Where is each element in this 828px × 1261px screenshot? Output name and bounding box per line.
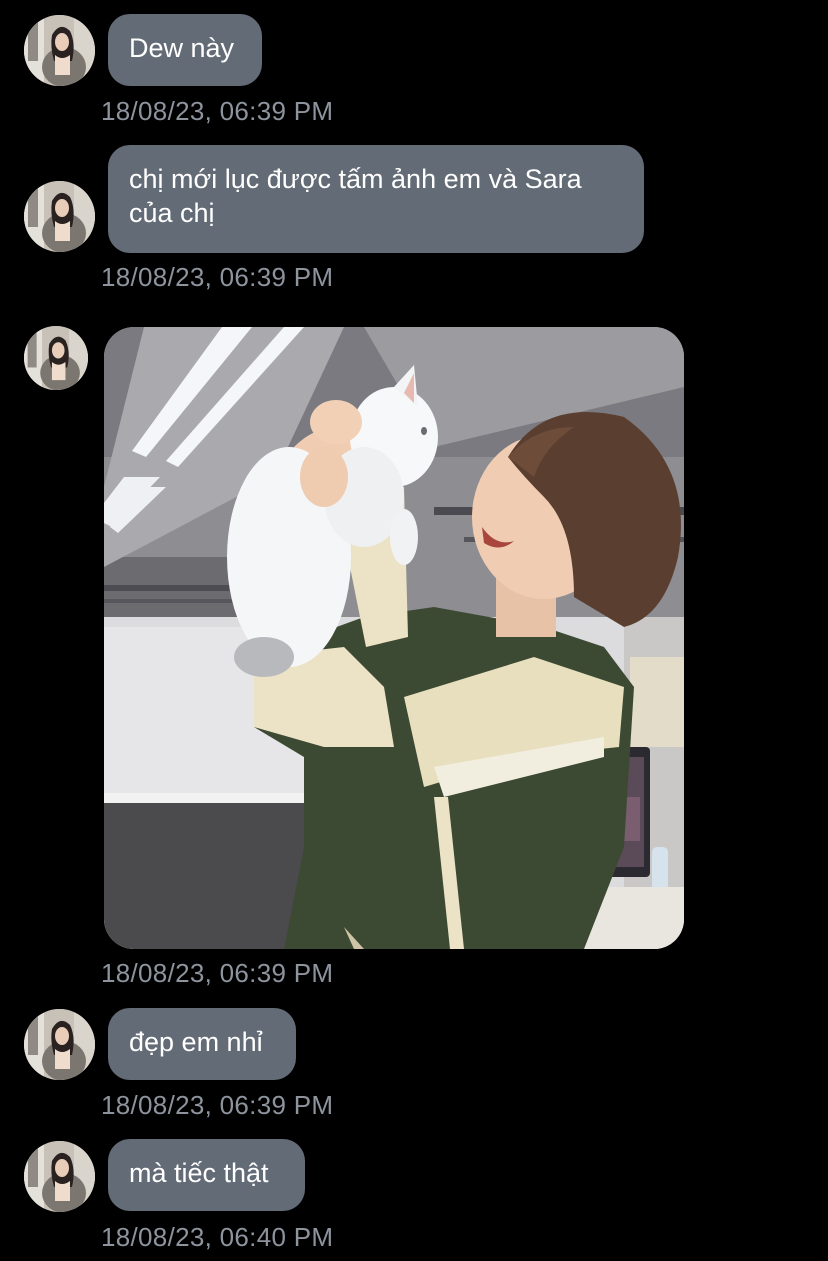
- avatar[interactable]: [24, 1141, 95, 1212]
- message-bubble[interactable]: chị mới lục được tấm ảnh em và Sara của …: [108, 145, 644, 253]
- message-bubble[interactable]: đẹp em nhỉ: [108, 1008, 296, 1080]
- message-timestamp: 18/08/23, 06:39 PM: [101, 262, 334, 292]
- message-timestamp: 18/08/23, 06:39 PM: [101, 1090, 334, 1120]
- avatar[interactable]: [24, 326, 88, 390]
- avatar[interactable]: [24, 1009, 95, 1080]
- message-bubble[interactable]: Dew này: [108, 14, 262, 86]
- message-bubble[interactable]: mà tiếc thật: [108, 1139, 305, 1211]
- message-timestamp: 18/08/23, 06:39 PM: [101, 958, 334, 988]
- message-timestamp: 18/08/23, 06:39 PM: [101, 96, 334, 126]
- message-timestamp: 18/08/23, 06:40 PM: [101, 1222, 334, 1252]
- avatar[interactable]: [24, 181, 95, 252]
- avatar[interactable]: [24, 15, 95, 86]
- shared-photo[interactable]: [104, 327, 684, 949]
